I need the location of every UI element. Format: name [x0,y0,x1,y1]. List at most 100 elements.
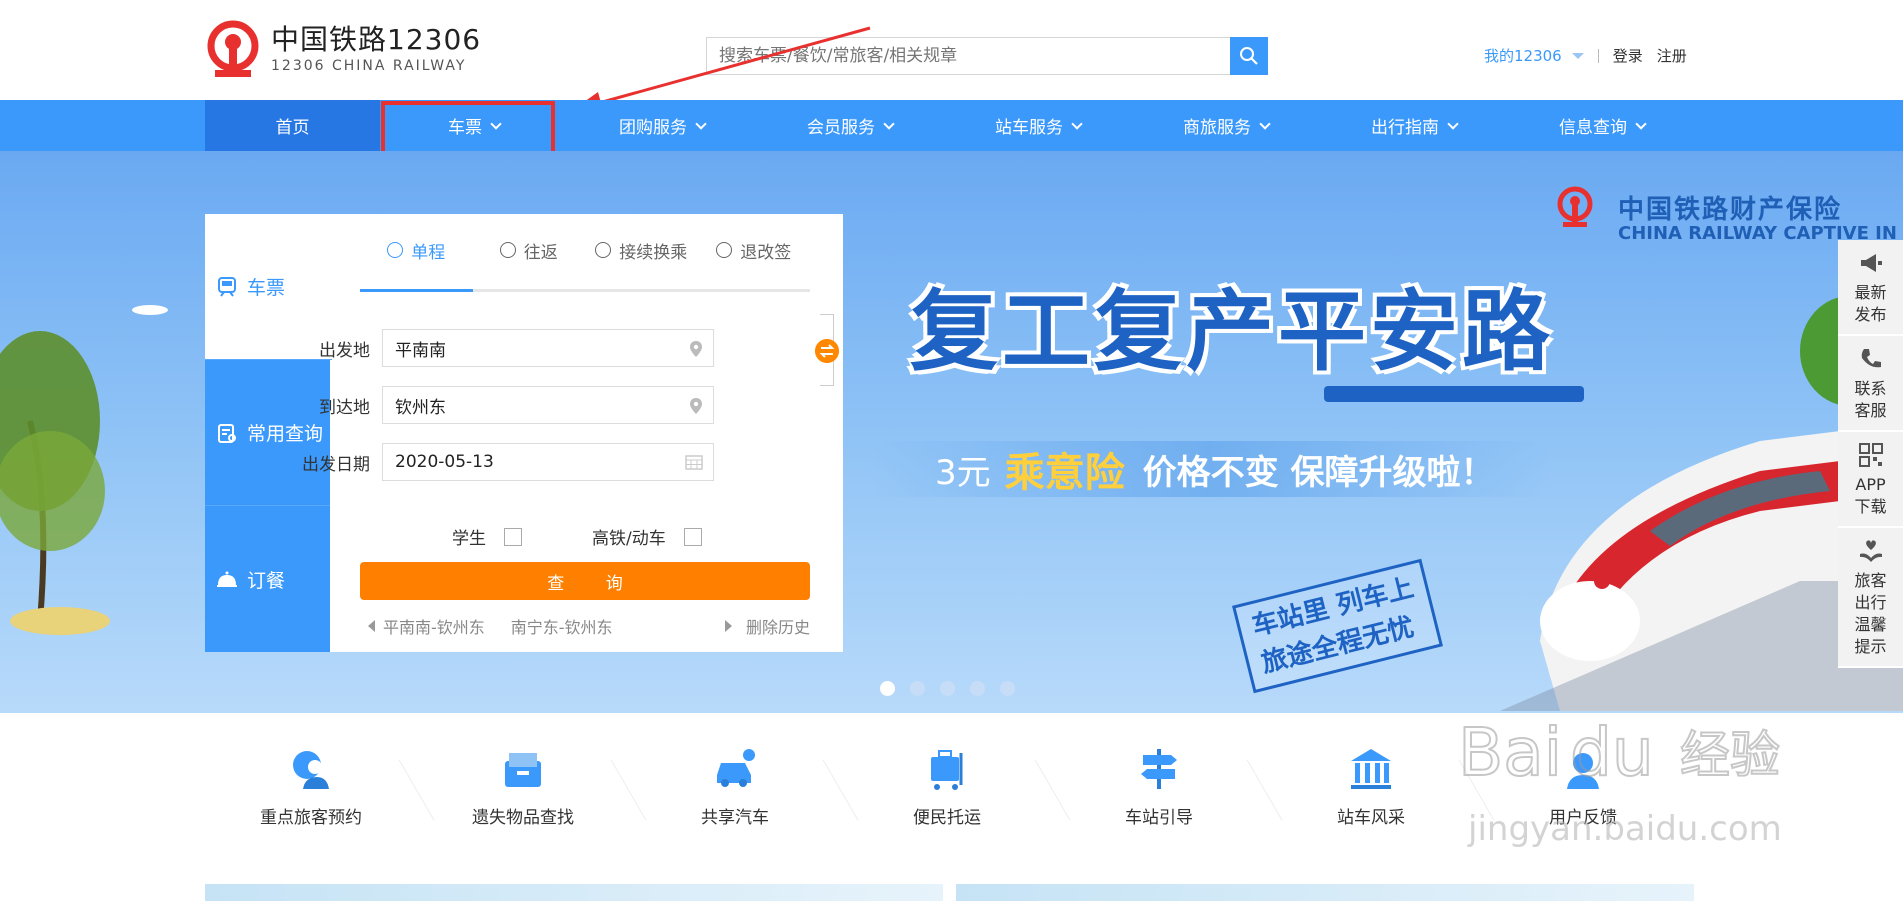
from-station-field[interactable]: 平南南 [382,329,714,367]
train-icon [218,276,236,297]
side-tab-common-query[interactable]: 常用查询 [205,360,330,506]
service-station-showcase[interactable]: 站车风采 [1265,745,1495,845]
booking-side-tabs: 车票 常用查询 订餐 [205,214,332,652]
phone-icon [1861,349,1881,368]
content-card-preview[interactable] [956,884,1694,901]
carousel-dot[interactable] [910,681,925,696]
nav-business-travel[interactable]: 商旅服务 [1132,100,1320,151]
search-button[interactable] [1230,37,1268,75]
history-item[interactable]: 平南南-钦州东 [383,614,485,638]
willow-tree-illustration [0,331,110,635]
service-priority-passenger[interactable]: 重点旅客预约 [205,745,435,845]
content-card-preview[interactable] [205,884,943,901]
delete-history-link[interactable]: 删除历史 [746,614,810,638]
side-tab-label: 订餐 [247,569,286,592]
carousel-dots [880,681,1030,696]
history-next-icon[interactable] [724,620,732,632]
carousel-dot[interactable] [970,681,985,696]
nav-info-query[interactable]: 信息查询 [1508,100,1696,151]
side-tab-dining[interactable]: 订餐 [205,506,330,652]
date-row: 出发日期 2020-05-13 [300,443,714,481]
trip-type-tabs: 单程 往返 接续换乘 退改签 [360,214,810,292]
query-button[interactable]: 查 询 [360,562,810,600]
to-station-value: 钦州东 [395,397,446,418]
svg-text:经验: 经验 [1680,726,1780,784]
svg-text:Bai: Bai [1458,714,1562,791]
booking-form: 单程 往返 接续换乘 退改签 出发地 平南南 到达地 钦州东 出发日期 2020… [302,214,839,637]
history-prev-icon[interactable] [368,620,375,632]
swap-stations-icon[interactable] [815,339,839,363]
floating-side-bar: 最新发布 联系客服 APP下载 旅客出行温馨提示 [1838,240,1903,668]
dining-bell-icon [217,571,237,587]
nav-label: 首页 [275,118,310,138]
student-label: 学生 [452,529,486,549]
side-tab-label: 车票 [247,277,286,299]
carousel-dot[interactable] [880,681,895,696]
priority-passenger-icon [293,751,329,789]
service-shared-car[interactable]: 共享汽车 [629,745,859,845]
caret-down-icon [1571,52,1584,59]
highspeed-checkbox[interactable] [683,527,702,546]
student-checkbox[interactable] [504,527,522,546]
insurer-logo-icon [1557,186,1593,227]
service-label: 重点旅客预约 [260,808,362,828]
promo-slide[interactable]: 中国铁路财产保险 CHINA RAILWAY CAPTIVE IN 复工复产平安… [870,151,1903,713]
roundtrip-icon [499,242,516,258]
megaphone-icon [1860,254,1882,272]
departure-date-field[interactable]: 2020-05-13 [382,443,714,481]
carousel-dot[interactable] [1000,681,1015,696]
tab-refund-change[interactable]: 退改签 [698,211,811,289]
nav-member-service[interactable]: 会员服务 [756,100,944,151]
service-station-guide[interactable]: 车站引导 [1053,745,1283,845]
to-row: 到达地 钦州东 [300,386,714,424]
float-label: 最新发布 [1854,283,1887,324]
float-latest-release[interactable]: 最新发布 [1838,240,1903,336]
login-link[interactable]: 登录 [1613,45,1643,66]
date-label: 出发日期 [302,454,370,475]
nav-travel-guide[interactable]: 出行指南 [1320,100,1508,151]
lost-found-icon [505,753,541,787]
to-label: 到达地 [319,397,370,418]
to-station-field[interactable]: 钦州东 [382,386,714,424]
shared-car-icon [717,749,755,787]
service-label: 遗失物品查找 [472,808,574,828]
float-contact-service[interactable]: 联系客服 [1838,336,1903,432]
history-item[interactable]: 南宁东-钦州东 [511,614,613,638]
nav-home[interactable]: 首页 [205,100,380,151]
service-label: 站车风采 [1337,808,1405,828]
tab-round-trip[interactable]: 往返 [473,211,586,289]
float-travel-tips[interactable]: 旅客出行温馨提示 [1838,528,1903,668]
my-12306-dropdown[interactable]: 我的12306 [1484,45,1584,66]
carousel-dot[interactable] [940,681,955,696]
luggage-cart-icon [931,750,963,790]
tab-label: 退改签 [740,242,792,263]
main-nav: 首页 车票 团购服务 会员服务 站车服务 商旅服务 出行指南 信息查询 [0,100,1903,151]
service-label: 便民托运 [913,808,981,828]
float-app-download[interactable]: APP下载 [1838,432,1903,528]
site-logo[interactable]: 中国铁路12306 12306 CHINA RAILWAY [205,20,481,80]
chevron-down-icon [695,117,707,130]
promo-subline: 3元 乘意险 价格不变 保障升级啦！ [870,441,1550,497]
service-consignment[interactable]: 便民托运 [841,745,1071,845]
from-label: 出发地 [319,340,370,361]
brand-name-en: 12306 CHINA RAILWAY [271,58,467,74]
register-link[interactable]: 注册 [1657,45,1687,66]
nav-group-service[interactable]: 团购服务 [568,100,756,151]
nav-label: 站车服务 [995,118,1063,138]
nav-label: 团购服务 [619,118,687,138]
tab-transfer[interactable]: 接续换乘 [585,211,698,289]
brand-name-cn: 中国铁路12306 [271,23,482,56]
service-label: 共享汽车 [701,808,769,828]
search-history: 平南南-钦州东 南宁东-钦州东 删除历史 [360,614,810,638]
nav-station-service[interactable]: 站车服务 [944,100,1132,151]
baidu-watermark: Bai du 经验 jingyan.baidu.com [1458,713,1782,849]
service-lost-found[interactable]: 遗失物品查找 [417,745,647,845]
tab-label: 往返 [523,242,558,263]
arrow-circle-icon [387,242,404,258]
service-label: 车站引导 [1125,808,1193,828]
promo-slogan: 价格不变 保障升级啦！ [1142,452,1495,493]
tab-one-way[interactable]: 单程 [360,211,473,292]
departure-date-value: 2020-05-13 [395,452,494,472]
from-row: 出发地 平南南 [300,329,714,367]
railway-logo-icon [207,20,259,77]
